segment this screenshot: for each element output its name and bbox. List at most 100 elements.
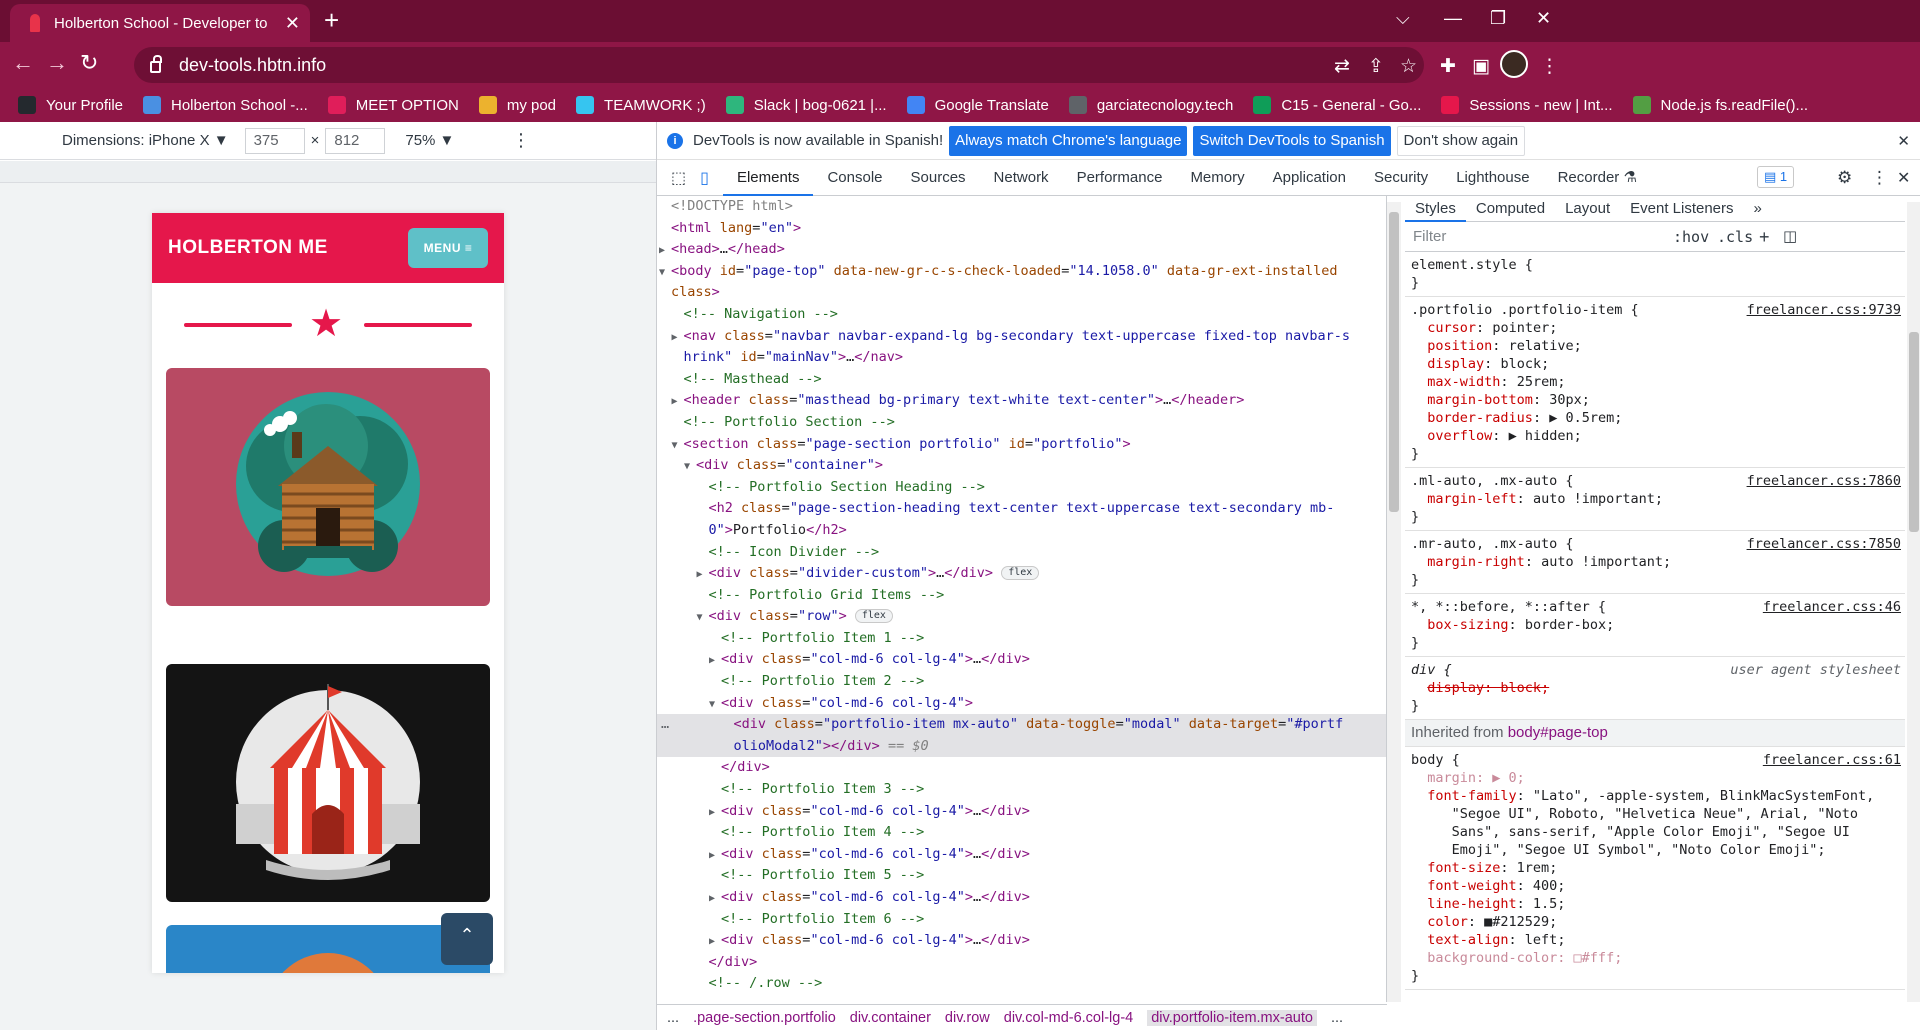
side-panel-icon[interactable]: ▣ — [1472, 55, 1490, 78]
extensions-icon[interactable]: ✚ — [1440, 55, 1456, 78]
dont-show-again-button[interactable]: Don't show again — [1396, 125, 1526, 156]
tab-search-icon[interactable]: ⌵ — [1396, 8, 1410, 29]
match-language-button[interactable]: Always match Chrome's language — [949, 125, 1188, 156]
dom-node-line[interactable]: ▶ <div class="col-md-6 col-lg-4">…</div> — [657, 844, 1386, 866]
computed-sidebar-icon[interactable]: ◫ — [1783, 228, 1797, 246]
expand-arrow-icon[interactable]: ▶ — [672, 327, 684, 349]
css-source-link[interactable]: freelancer.css:9739 — [1747, 301, 1901, 319]
styles-tab[interactable]: Layout — [1555, 196, 1620, 222]
profile-avatar[interactable] — [1500, 50, 1528, 78]
styles-tab[interactable]: Styles — [1405, 196, 1466, 222]
bookmark-item[interactable]: Slack | bog-0621 |... — [725, 96, 887, 114]
restore-button[interactable]: ❐ — [1490, 8, 1506, 29]
expand-arrow-icon[interactable]: ▼ — [709, 694, 721, 716]
bookmark-item[interactable]: Holberton School -... — [143, 96, 308, 114]
tab-elements[interactable]: Elements — [722, 160, 814, 196]
bookmark-item[interactable]: garciatecnology.tech — [1068, 96, 1233, 114]
expand-arrow-icon[interactable]: ▶ — [709, 845, 721, 867]
breadcrumb-item[interactable]: ... — [667, 1010, 679, 1026]
tab-performance[interactable]: Performance — [1063, 160, 1177, 196]
expand-arrow-icon[interactable]: ▼ — [697, 607, 709, 629]
css-declaration[interactable]: text-align: left; — [1411, 932, 1565, 948]
tab-security[interactable]: Security — [1360, 160, 1442, 196]
device-dimensions-select[interactable]: Dimensions: iPhone X ▼ — [62, 132, 229, 149]
device-width-input[interactable]: 375 — [244, 127, 305, 154]
dom-node-line[interactable]: ▶ <div class="col-md-6 col-lg-4">…</div> — [657, 930, 1386, 952]
dom-tree-scrollbar[interactable] — [1387, 202, 1401, 1002]
body-css-rule[interactable]: body {freelancer.css:61 margin: ▶ 0; fon… — [1405, 747, 1905, 990]
css-declaration[interactable]: margin: ▶ 0; — [1411, 770, 1525, 786]
dom-node-line[interactable]: … <div class="portfolio-item mx-auto" dat… — [657, 714, 1386, 736]
expand-arrow-icon[interactable]: ▶ — [697, 564, 709, 586]
ua-css-rule[interactable]: div {user agent stylesheet display: bloc… — [1405, 657, 1905, 720]
dom-node-line[interactable]: ▶ <nav class="navbar navbar-expand-lg bg-… — [657, 326, 1386, 348]
dom-node-line[interactable]: ▶ <div class="col-md-6 col-lg-4">…</div> — [657, 801, 1386, 823]
css-property[interactable]: box-sizing — [1427, 617, 1508, 633]
expand-arrow-icon[interactable]: ▼ — [659, 262, 671, 284]
dom-node-line[interactable]: 0">Portfolio</h2> — [657, 520, 1386, 542]
dom-node-line[interactable]: ▶ <div class="divider-custom">…</div> fle… — [657, 563, 1386, 585]
site-brand[interactable]: HOLBERTON ME — [168, 237, 328, 259]
expand-arrow-icon[interactable]: ▶ — [709, 888, 721, 910]
dom-node-line[interactable]: <!-- Portfolio Item 2 --> — [657, 671, 1386, 693]
settings-gear-icon[interactable]: ⚙ — [1837, 168, 1852, 188]
dom-node-line[interactable]: </div> — [657, 952, 1386, 974]
back-icon[interactable]: ← — [12, 50, 34, 76]
css-declaration[interactable]: "Segoe UI", Roboto, "Helvetica Neue", Ar… — [1411, 806, 1858, 822]
css-rule[interactable]: element.style { } — [1405, 252, 1905, 297]
tab-close-icon[interactable]: ✕ — [285, 13, 300, 34]
dom-node-line[interactable]: <!DOCTYPE html> — [657, 196, 1386, 218]
css-property[interactable]: cursor — [1427, 320, 1476, 336]
css-value[interactable]: 30px; — [1549, 392, 1590, 408]
expand-arrow-icon[interactable]: ▶ — [709, 650, 721, 672]
css-declaration[interactable]: Sans", sans-serif, "Apple Color Emoji", … — [1411, 824, 1850, 840]
styles-tab[interactable]: Computed — [1466, 196, 1555, 222]
tab-recorder[interactable]: Recorder ⚗ — [1544, 160, 1651, 196]
bookmark-item[interactable]: C15 - General - Go... — [1253, 96, 1421, 114]
bookmark-item[interactable]: Node.js fs.readFile()... — [1632, 96, 1808, 114]
dom-node-line[interactable]: </div> — [657, 757, 1386, 779]
share-icon[interactable]: ⇪ — [1368, 55, 1384, 78]
css-rule[interactable]: .ml-auto, .mx-auto {freelancer.css:7860 … — [1405, 468, 1905, 531]
css-declaration[interactable]: Emoji", "Segoe UI Symbol", "Noto Color E… — [1411, 842, 1826, 858]
dom-node-line[interactable]: olioModal2"></div> == $0 — [657, 735, 1386, 758]
dom-node-line[interactable]: ▼ <div class="container"> — [657, 455, 1386, 477]
styles-tab[interactable]: » — [1744, 196, 1772, 222]
css-rule[interactable]: .mr-auto, .mx-auto {freelancer.css:7850 … — [1405, 531, 1905, 594]
expand-arrow-icon[interactable]: ▼ — [672, 435, 684, 457]
css-property[interactable]: max-width — [1427, 374, 1500, 390]
dom-node-line[interactable]: <!-- Portfolio Item 6 --> — [657, 909, 1386, 931]
dom-node-line[interactable]: <!-- Portfolio Grid Items --> — [657, 585, 1386, 607]
css-source-link[interactable]: freelancer.css:7850 — [1747, 535, 1901, 553]
styles-filter-input[interactable]: Filter — [1413, 228, 1446, 246]
translate-icon[interactable]: ⇄ — [1334, 55, 1350, 78]
new-rule-icon[interactable]: + — [1759, 228, 1770, 246]
dom-node-line[interactable]: <!-- Masthead --> — [657, 369, 1386, 391]
breadcrumb-item[interactable]: .page-section.portfolio — [693, 1010, 836, 1026]
tab-memory[interactable]: Memory — [1176, 160, 1258, 196]
dom-node-line[interactable]: hrink" id="mainNav">…</nav> — [657, 347, 1386, 369]
infobar-close-icon[interactable]: ✕ — [1897, 132, 1910, 150]
styles-tab[interactable]: Event Listeners — [1620, 196, 1743, 222]
bookmark-item[interactable]: TEAMWORK ;) — [576, 96, 706, 114]
css-property[interactable]: display — [1427, 356, 1484, 372]
forward-icon[interactable]: → — [46, 50, 68, 76]
css-value[interactable]: relative; — [1509, 338, 1582, 354]
css-value[interactable]: border-box; — [1525, 617, 1614, 633]
dom-node-line[interactable]: <!-- Portfolio Section --> — [657, 412, 1386, 434]
device-toggle-icon[interactable]: ▯ — [694, 168, 723, 188]
devtools-close-icon[interactable]: ✕ — [1897, 168, 1910, 188]
dom-node-line[interactable]: ▶ <header class="masthead bg-primary text… — [657, 390, 1386, 412]
breadcrumb-item[interactable]: div.portfolio-item.mx-auto — [1147, 1009, 1317, 1026]
css-rule[interactable]: *, *::before, *::after {freelancer.css:4… — [1405, 594, 1905, 657]
tab-application[interactable]: Application — [1259, 160, 1360, 196]
devtools-more-icon[interactable]: ⋮ — [1871, 168, 1888, 188]
dom-node-line[interactable]: ▼ <div class="col-md-6 col-lg-4"> — [657, 693, 1386, 715]
new-tab-button[interactable]: + — [324, 6, 339, 34]
menu-button[interactable]: MENU ≡ — [408, 228, 488, 268]
overridden-property[interactable]: display: block; — [1427, 680, 1549, 696]
styles-scrollbar[interactable] — [1907, 202, 1920, 1002]
minimize-button[interactable]: — — [1444, 8, 1462, 29]
breadcrumb-item[interactable]: div.col-md-6.col-lg-4 — [1004, 1010, 1133, 1026]
dom-node-line[interactable]: ▶ <head>…</head> — [657, 239, 1386, 261]
